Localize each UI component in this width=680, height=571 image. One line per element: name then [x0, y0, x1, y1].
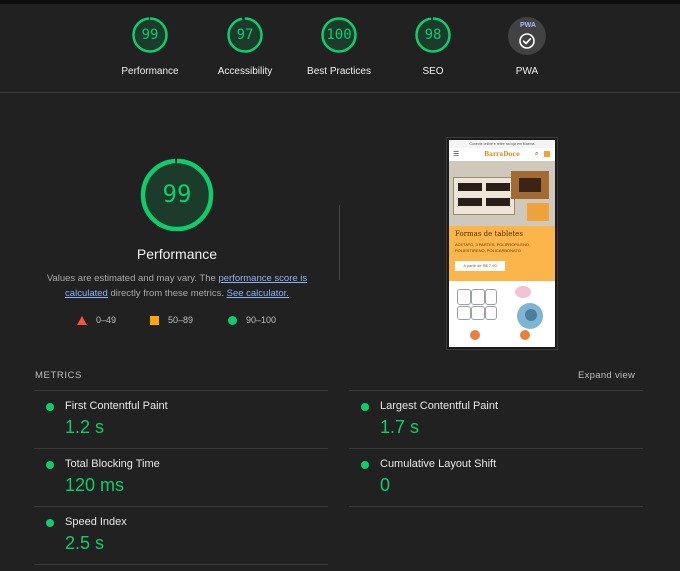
gauge-label: SEO	[422, 66, 444, 77]
gauge-score: 97	[236, 27, 254, 43]
metric-divider	[34, 506, 328, 507]
metric-divider	[349, 506, 643, 507]
cookie-cutter-image	[471, 306, 485, 320]
metric-value: 120 ms	[65, 475, 125, 495]
mold-image	[453, 177, 515, 215]
header-divider	[0, 92, 680, 93]
metric-value: 1.2 s	[65, 417, 105, 437]
chocolate-bar	[486, 183, 510, 191]
menu-icon: ☰	[453, 151, 460, 158]
screenshot-products	[449, 281, 555, 345]
metric-divider	[34, 448, 328, 449]
screenshot-hero-image	[449, 161, 555, 226]
pass-circle-icon	[46, 519, 54, 527]
screenshot-card-title: Formas de tabletes	[455, 230, 523, 238]
carousel-control-icon	[470, 330, 480, 340]
metric-name: Total Blocking Time	[65, 458, 160, 470]
metric-value: 1.7 s	[380, 417, 420, 437]
metric-divider	[34, 390, 328, 391]
performance-title: Performance	[136, 246, 218, 262]
cookie-cutter-image	[471, 289, 485, 305]
pwa-badge-text: PWA	[520, 22, 536, 29]
chocolate-image	[519, 178, 541, 192]
legend-pass-label: 90–100	[246, 315, 277, 325]
cookie-cutter-image	[485, 306, 497, 320]
chocolate-bar	[486, 198, 510, 206]
legend-average-label: 50–89	[168, 315, 194, 325]
check-circle-icon	[519, 33, 535, 49]
legend-average: 50–89	[150, 315, 194, 326]
performance-score: 99	[162, 180, 192, 208]
metric-name: Speed Index	[65, 516, 127, 528]
legend-pass: 90–100	[228, 315, 277, 326]
cookie-cutter-image	[457, 306, 471, 320]
gauge-label: Best Practices	[307, 66, 371, 77]
expand-view-toggle[interactable]: Expand view	[578, 370, 635, 381]
metric-name: Largest Contentful Paint	[380, 400, 499, 412]
metric-cumulative-layout-shift: Cumulative Layout Shift 0	[349, 448, 643, 504]
screenshot-brand-logo: BarraDoce	[484, 151, 520, 158]
carousel-control-icon	[520, 330, 530, 340]
screenshot-card-subtitle: ACETATO, 3 PARTES, POLIPROPILENO, POLIES…	[455, 242, 531, 253]
see-calculator-link[interactable]: See calculator.	[227, 288, 289, 299]
final-screenshot[interactable]: Conecte online e retire na loja em Moema…	[447, 138, 557, 349]
metric-value: 0	[380, 475, 391, 495]
metric-name: First Contentful Paint	[65, 400, 168, 412]
gauge-performance[interactable]: 99 Performance	[100, 4, 200, 84]
screenshot-promo-bar: Conecte online e retire na loja em Moema	[449, 140, 555, 148]
cookie-cutter-image	[457, 289, 471, 305]
metrics-heading: METRICS	[35, 370, 82, 381]
metric-value: 2.5 s	[65, 533, 105, 553]
flower-image	[515, 286, 531, 298]
search-icon: ⌕	[535, 151, 539, 157]
metric-speed-index: Speed Index 2.5 s	[34, 506, 328, 562]
legend-fail: 0–49	[77, 315, 117, 326]
gauge-score: 100	[326, 27, 352, 43]
triangle-icon	[77, 316, 87, 326]
metric-divider	[349, 448, 643, 449]
description-text: Values are estimated and may vary. The	[46, 273, 219, 284]
gauge-label: Accessibility	[217, 66, 273, 77]
gauge-score: 98	[424, 27, 442, 43]
gauge-seo[interactable]: 98 SEO	[383, 4, 483, 84]
pwa-label[interactable]: PWA	[477, 66, 577, 77]
gauge-best-practices[interactable]: 100 Best Practices	[289, 4, 389, 84]
screenshot-promo-card: Formas de tabletes ACETATO, 3 PARTES, PO…	[449, 226, 555, 281]
performance-description: Values are estimated and may vary. The p…	[44, 271, 310, 301]
chocolate-bar	[458, 183, 482, 191]
chocolate-bar	[458, 198, 482, 206]
metric-divider	[34, 564, 328, 565]
metric-total-blocking-time: Total Blocking Time 120 ms	[34, 448, 328, 504]
gauge-score: 99	[141, 27, 159, 43]
gauge-label: Performance	[121, 66, 179, 77]
screenshot-nav: ☰ BarraDoce ⌕	[449, 148, 555, 161]
cart-icon	[544, 151, 550, 157]
pass-circle-icon	[361, 403, 369, 411]
cake-image	[525, 309, 537, 321]
pass-circle-icon	[361, 461, 369, 469]
pass-circle-icon	[46, 461, 54, 469]
gauge-accessibility[interactable]: 97 Accessibility	[195, 4, 295, 84]
metric-name: Cumulative Layout Shift	[380, 458, 497, 470]
circle-icon	[228, 316, 237, 326]
section-divider	[339, 205, 340, 280]
description-text: directly from these metrics.	[107, 288, 227, 299]
cookie-cutter-image	[485, 289, 497, 305]
pass-circle-icon	[46, 403, 54, 411]
metric-divider	[349, 390, 643, 391]
legend-fail-label: 0–49	[96, 315, 117, 325]
box-image	[527, 203, 549, 221]
screenshot-card-button: A partir de R$ 7,90	[455, 261, 505, 271]
metric-first-contentful-paint: First Contentful Paint 1.2 s	[34, 390, 328, 446]
square-icon	[150, 316, 159, 326]
metric-largest-contentful-paint: Largest Contentful Paint 1.7 s	[349, 390, 643, 446]
